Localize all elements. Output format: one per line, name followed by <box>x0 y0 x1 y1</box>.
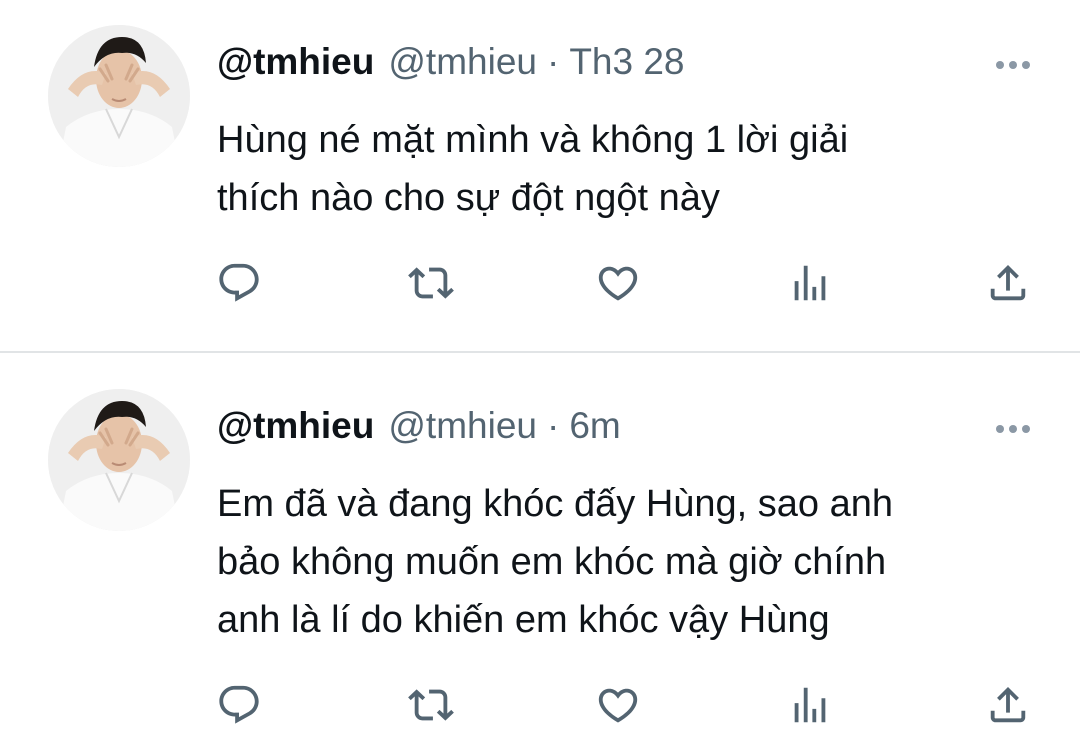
timestamp[interactable]: Th3 28 <box>569 37 684 87</box>
avatar[interactable] <box>48 25 190 167</box>
reply-icon <box>219 685 259 724</box>
views-button[interactable] <box>785 680 835 730</box>
views-button[interactable] <box>785 258 835 308</box>
tweet[interactable]: @tmhieu @tmhieu · Th3 28 Hùng né mặt mìn… <box>0 0 1080 352</box>
tweet[interactable]: @tmhieu @tmhieu · 6m Em đã và đang khóc … <box>0 353 1080 751</box>
tweet-text: Em đã và đang khóc đấy Hùng, sao anh bảo… <box>217 475 1037 649</box>
share-icon <box>990 686 1026 723</box>
like-button[interactable] <box>593 258 643 308</box>
tweet-text-line: thích nào cho sự đột ngột này <box>217 177 720 219</box>
timestamp[interactable]: 6m <box>569 401 620 451</box>
tweet-text: Hùng né mặt mình và không 1 lời giải thí… <box>217 111 1037 227</box>
separator-dot: · <box>546 405 560 446</box>
share-icon <box>990 264 1026 301</box>
separator-dot: · <box>546 41 560 82</box>
avatar-photo <box>48 25 190 167</box>
retweet-button[interactable] <box>406 680 456 730</box>
like-icon <box>598 266 638 301</box>
display-name[interactable]: @tmhieu <box>217 401 374 451</box>
share-button[interactable] <box>983 258 1033 308</box>
reply-button[interactable] <box>214 258 264 308</box>
tweet-feed: @tmhieu @tmhieu · Th3 28 Hùng né mặt mìn… <box>0 0 1080 751</box>
views-icon <box>794 265 826 301</box>
display-name[interactable]: @tmhieu <box>217 37 374 87</box>
retweet-icon <box>408 689 454 721</box>
tweet-text-line: bảo không muốn em khóc mà giờ chính <box>217 541 887 583</box>
more-options-icon[interactable] <box>996 56 1036 69</box>
share-button[interactable] <box>983 680 1033 730</box>
like-button[interactable] <box>593 680 643 730</box>
like-icon <box>598 688 638 723</box>
tweet-text-line: Em đã và đang khóc đấy Hùng, sao anh <box>217 483 894 525</box>
views-icon <box>794 687 826 723</box>
username-handle[interactable]: @tmhieu <box>388 401 537 451</box>
retweet-icon <box>408 267 454 299</box>
username-handle[interactable]: @tmhieu <box>388 37 537 87</box>
tweet-actions <box>0 680 1080 730</box>
more-options-icon[interactable] <box>996 420 1036 433</box>
tweet-text-line: anh là lí do khiến em khóc vậy Hùng <box>217 599 830 641</box>
avatar-photo <box>48 389 190 531</box>
tweet-text-line: Hùng né mặt mình và không 1 lời giải <box>217 119 849 161</box>
tweet-actions <box>0 258 1080 308</box>
reply-icon <box>219 263 259 302</box>
retweet-button[interactable] <box>406 258 456 308</box>
avatar[interactable] <box>48 389 190 531</box>
reply-button[interactable] <box>214 680 264 730</box>
tweet-header: @tmhieu @tmhieu · Th3 28 <box>217 37 685 87</box>
tweet-header: @tmhieu @tmhieu · 6m <box>217 401 621 451</box>
